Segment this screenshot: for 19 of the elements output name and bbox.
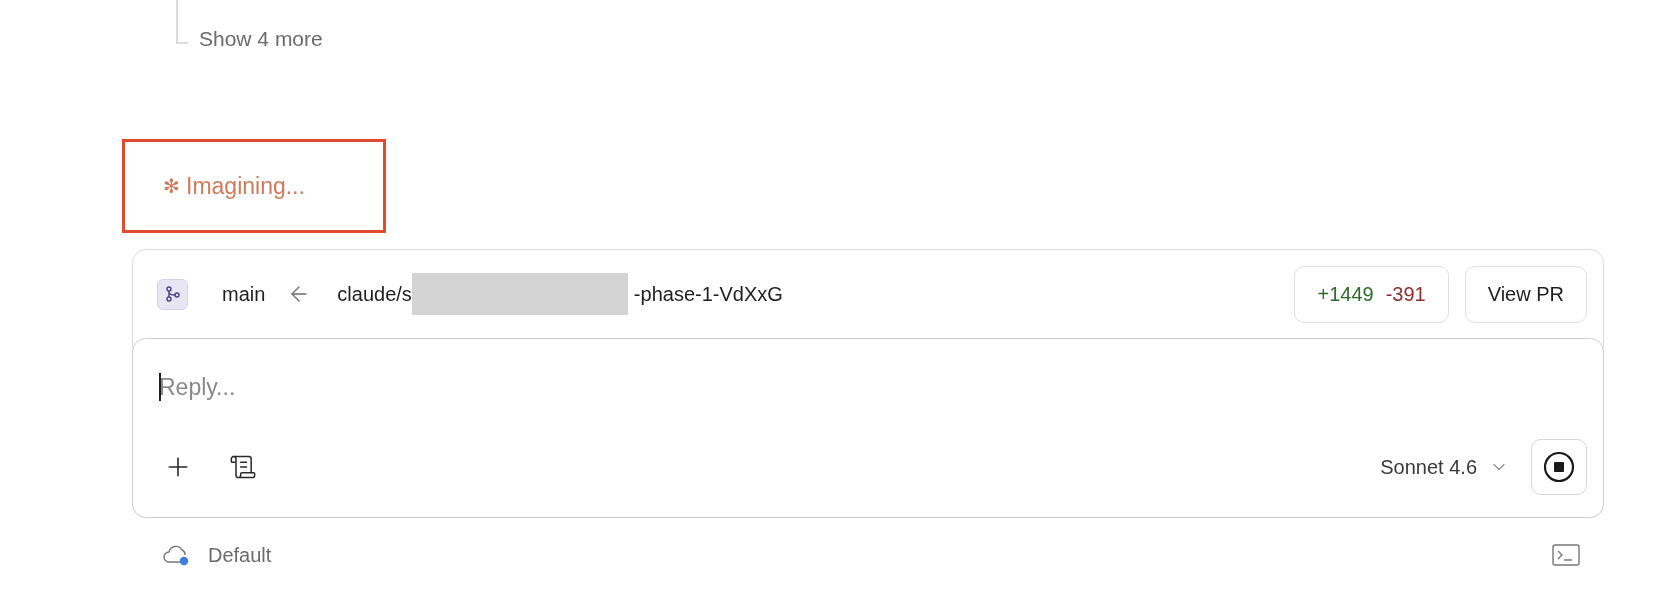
additions-count: +1449 <box>1317 282 1374 307</box>
text-cursor <box>159 373 161 401</box>
head-branch-suffix: -phase-1-VdXxG <box>633 282 783 307</box>
stop-icon <box>1543 451 1575 483</box>
reply-field[interactable]: Reply... <box>159 367 1577 407</box>
show-more-link[interactable]: Show 4 more <box>199 22 323 54</box>
spinner-glyph: ✻ <box>163 174 180 199</box>
head-branch: claude/s <box>337 282 412 307</box>
view-pr-button[interactable]: View PR <box>1464 265 1587 323</box>
scroll-icon[interactable] <box>229 453 257 481</box>
status-text: Imagining... <box>186 171 305 201</box>
branch-icon <box>157 278 188 310</box>
environment-label[interactable]: Default <box>208 540 272 570</box>
base-branch: main <box>222 282 266 307</box>
stop-button[interactable] <box>1531 439 1587 495</box>
tree-connector <box>176 0 188 44</box>
model-selector[interactable]: Sonnet 4.6 <box>1380 452 1509 482</box>
terminal-icon[interactable] <box>1552 544 1580 566</box>
deletions-count: -391 <box>1385 282 1426 307</box>
